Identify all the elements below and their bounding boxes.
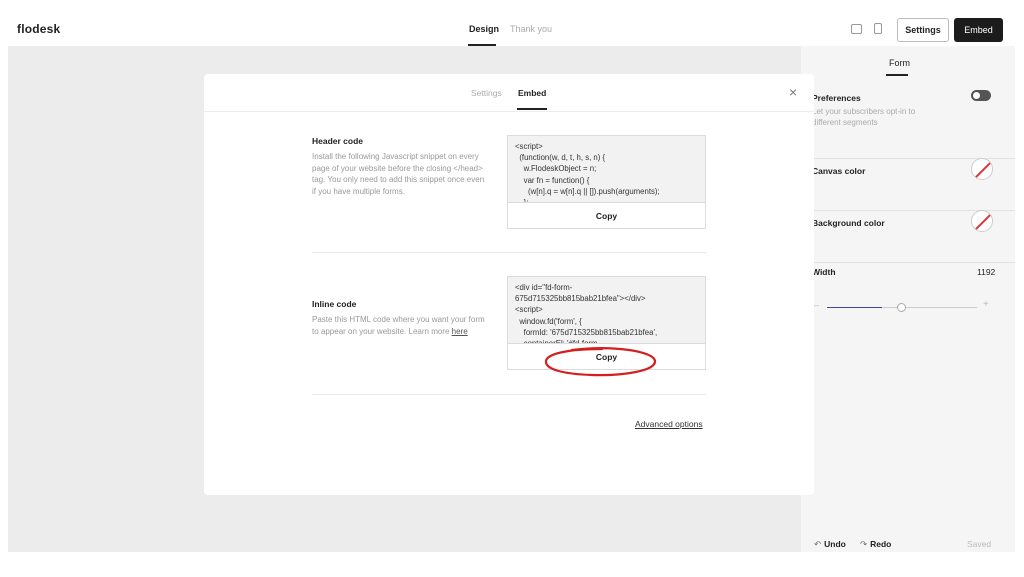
undo-button[interactable]: ↶ Undo: [814, 539, 846, 550]
section-divider: [312, 394, 706, 395]
width-decrease-icon[interactable]: –: [814, 300, 819, 310]
divider: [801, 262, 1015, 263]
header-code-box: <script> (function(w, d, t, h, s, n) { w…: [507, 135, 706, 229]
width-slider-thumb[interactable]: [897, 303, 906, 312]
embed-modal: Settings Embed × Header code Install the…: [204, 74, 814, 495]
preferences-description: Let your subscribers opt-in to different…: [812, 107, 916, 127]
tab-design-underline: [468, 44, 496, 46]
modal-tab-embed[interactable]: Embed: [518, 88, 546, 98]
toggle-knob: [973, 92, 980, 99]
header-code-title: Header code: [312, 136, 364, 146]
tab-form[interactable]: Form: [889, 58, 910, 68]
canvas-color-swatch[interactable]: [971, 158, 993, 180]
no-color-icon: [972, 159, 992, 179]
inline-code-copy-button[interactable]: Copy: [508, 343, 705, 369]
desktop-preview-icon[interactable]: [851, 24, 862, 34]
preferences-label: Preferences: [812, 93, 861, 103]
width-slider-fill: [827, 307, 882, 308]
app-window: flodesk Design Thank you Settings Embed …: [8, 14, 1015, 552]
embed-button[interactable]: Embed: [954, 18, 1003, 42]
tab-form-underline: [886, 74, 908, 76]
undo-label: Undo: [824, 539, 846, 549]
inline-code-box: <div id="fd-form- 675d715325bb815bab21bf…: [507, 276, 706, 370]
top-bar: flodesk Design Thank you Settings Embed: [8, 14, 1015, 46]
no-color-icon: [972, 211, 992, 231]
tab-thank-you[interactable]: Thank you: [510, 24, 552, 34]
section-divider: [312, 252, 706, 253]
background-color-label: Background color: [812, 218, 885, 228]
width-label: Width: [812, 267, 836, 277]
app-logo: flodesk: [17, 22, 61, 36]
preferences-toggle[interactable]: [971, 90, 991, 101]
tab-design[interactable]: Design: [469, 24, 499, 34]
inline-code-description: Paste this HTML code where you want your…: [312, 314, 487, 337]
advanced-options-link[interactable]: Advanced options: [635, 419, 703, 429]
form-settings-panel: Form Preferences Let your subscribers op…: [801, 46, 1015, 552]
canvas-color-label: Canvas color: [812, 166, 866, 176]
inline-code-snippet[interactable]: <div id="fd-form- 675d715325bb815bab21bf…: [508, 277, 705, 343]
width-value: 1192: [977, 267, 996, 277]
modal-tab-settings[interactable]: Settings: [471, 88, 502, 98]
mobile-preview-icon[interactable]: [874, 23, 882, 34]
redo-label: Redo: [870, 539, 892, 549]
redo-icon: ↷: [860, 539, 868, 549]
undo-icon: ↶: [814, 539, 822, 549]
settings-button[interactable]: Settings: [897, 18, 949, 42]
redo-button[interactable]: ↷ Redo: [860, 539, 891, 550]
inline-code-title: Inline code: [312, 299, 357, 309]
modal-header-divider: [204, 111, 814, 112]
learn-more-link[interactable]: here: [452, 327, 468, 336]
background-color-swatch[interactable]: [971, 210, 993, 232]
header-code-description: Install the following Javascript snippet…: [312, 152, 485, 197]
close-icon[interactable]: ×: [789, 84, 797, 100]
header-code-snippet[interactable]: <script> (function(w, d, t, h, s, n) { w…: [508, 136, 705, 202]
modal-tab-embed-underline: [517, 108, 547, 110]
header-code-copy-button[interactable]: Copy: [508, 202, 705, 228]
width-increase-icon[interactable]: +: [983, 299, 989, 310]
saved-status: Saved: [967, 539, 992, 549]
